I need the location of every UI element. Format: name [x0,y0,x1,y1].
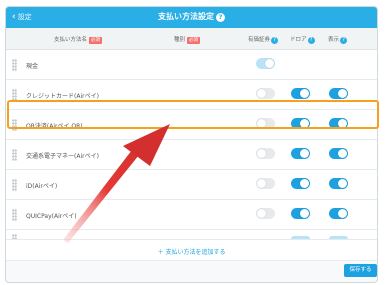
header-type: 種別 必須 [174,35,201,44]
highlight-box [7,100,379,129]
header-name: 支払い方法名 必須 [54,35,103,44]
receipt-toggle[interactable] [256,208,275,219]
drawer-toggle[interactable] [291,208,310,219]
header-drawer: ドロア? [290,35,315,44]
drawer-toggle[interactable] [291,148,310,159]
header-display-label: 表示 [328,37,340,43]
add-payment-bar: ＋ 支払い方法を追加する [6,239,377,261]
payment-name: iD(Airペイ) [26,183,58,190]
required-badge: 必須 [89,37,103,44]
receipt-toggle[interactable] [256,178,275,189]
receipt-toggle[interactable] [256,88,275,99]
header-receipt-label: 有価証券 [248,37,271,43]
header-name-label: 支払い方法名 [54,37,88,43]
payment-name: 交通系電子マネー(Airペイ) [26,153,99,160]
payment-row-id[interactable]: iD(Airペイ) [6,170,377,200]
required-badge: 必須 [187,37,201,44]
payment-row-quicpay[interactable]: QUICPay(Airペイ) [6,200,377,230]
add-payment-button[interactable]: ＋ 支払い方法を追加する [6,247,377,256]
payment-name: QUICPay(Airペイ) [26,213,77,220]
drawer-toggle[interactable] [291,88,310,99]
help-icon[interactable]: ? [307,37,315,44]
receipt-toggle[interactable] [256,58,275,69]
display-toggle[interactable] [329,178,348,189]
receipt-toggle[interactable] [256,148,275,159]
drawer-toggle[interactable] [291,178,310,189]
display-toggle[interactable] [329,148,348,159]
payment-row-cash[interactable]: 現金 [6,50,377,80]
payment-row-transit[interactable]: 交通系電子マネー(Airペイ) [6,140,377,170]
payment-name: クレジットカード(Airペイ) [26,93,99,100]
drag-handle-icon[interactable] [12,149,17,161]
save-button[interactable]: 保存する [344,264,377,277]
help-icon[interactable]: ? [340,37,348,44]
payment-name: 現金 [26,63,39,70]
header-drawer-label: ドロア [290,37,307,43]
drag-handle-icon[interactable] [12,59,17,71]
display-toggle[interactable] [329,88,348,99]
header-type-label: 種別 [174,37,186,43]
help-icon[interactable]: ? [216,13,225,22]
page-title: 支払い方法設定? [6,11,377,23]
page-title-text: 支払い方法設定 [158,12,214,21]
header-display: 表示? [328,35,348,44]
drag-handle-icon[interactable] [12,209,17,221]
drag-handle-icon[interactable] [12,179,17,191]
display-toggle[interactable] [329,208,348,219]
top-bar: ‹ 設定 支払い方法設定? [6,7,377,28]
settings-panel: ‹ 設定 支払い方法設定? 支払い方法名 必須 種別 必須 有価証券? ドロア? 表示… [5,6,378,283]
table-header: 支払い方法名 必須 種別 必須 有価証券? ドロア? 表示? [6,28,377,50]
help-icon[interactable]: ? [271,37,279,44]
header-receipt: 有価証券? [248,35,279,44]
